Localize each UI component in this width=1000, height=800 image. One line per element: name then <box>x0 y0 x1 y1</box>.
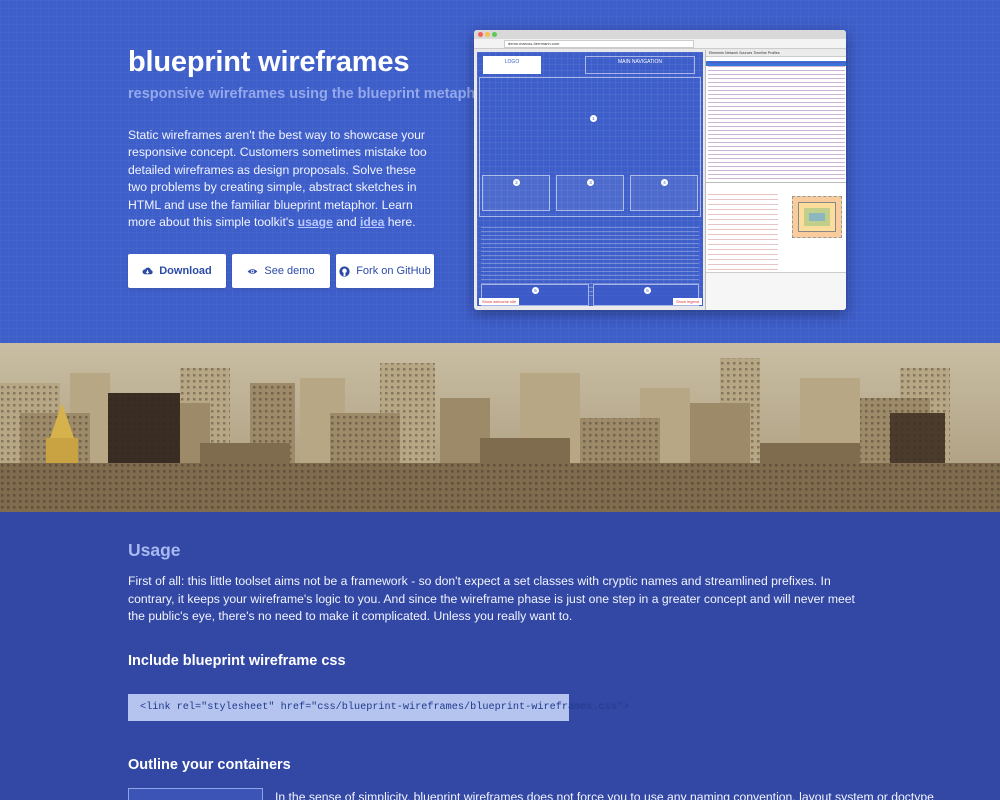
browser-titlebar <box>474 30 846 39</box>
wireframe-number: 5 <box>532 287 539 294</box>
wireframe-number: 4 <box>661 179 668 186</box>
skyline-illustration <box>0 343 1000 512</box>
outline-example-box <box>128 788 263 800</box>
fork-github-button-label: Fork on GitHub <box>356 265 431 277</box>
usage-heading: Usage <box>128 540 181 560</box>
wireframe-number: 6 <box>644 287 651 294</box>
devtools-dom-tree <box>708 59 845 179</box>
usage-section: Usage First of all: this little toolset … <box>0 512 1000 800</box>
wireframe-column: 2 <box>482 175 550 211</box>
wireframe-number: 1 <box>590 115 597 122</box>
hero-description-end: here. <box>384 215 416 230</box>
devtools-box-model <box>792 196 842 238</box>
outline-description: In the sense of simplicity, blueprint wi… <box>275 790 934 800</box>
hero-description-text: Static wireframes aren't the best way to… <box>128 128 427 230</box>
cloud-download-icon <box>142 267 153 274</box>
devtools-tabs: Elements Network Sources Timeline Profil… <box>706 50 846 57</box>
city-skyline-image <box>0 343 1000 512</box>
browser-urlbar: demo.marcus-herrmann.com <box>474 39 846 49</box>
include-css-heading: Include blueprint wireframe css <box>128 653 346 669</box>
wireframe-number: 2 <box>513 179 520 186</box>
devtools-divider <box>706 182 846 183</box>
hero-description: Static wireframes aren't the best way to… <box>128 127 438 231</box>
wireframe-column: 4 <box>630 175 698 211</box>
close-dot-icon <box>478 32 483 37</box>
browser-url: demo.marcus-herrmann.com <box>504 40 694 48</box>
hero-section: blueprint wireframes responsive wirefram… <box>0 0 1000 343</box>
usage-link[interactable]: usage <box>298 215 333 229</box>
page-title: blueprint wireframes <box>128 46 410 78</box>
page-subtitle: responsive wireframes using the blueprin… <box>128 86 490 102</box>
devtools-panel: Elements Network Sources Timeline Profil… <box>705 50 846 310</box>
eye-icon <box>248 268 258 274</box>
idea-link[interactable]: idea <box>360 215 384 229</box>
wireframe-page: LOGO MAIN NAVIGATION 1 2 3 4 5 6 Show we… <box>477 52 703 306</box>
wireframe-column: 3 <box>556 175 624 211</box>
wireframe-number: 3 <box>587 179 594 186</box>
browser-preview: demo.marcus-herrmann.com LOGO MAIN NAVIG… <box>474 30 846 310</box>
fork-github-button[interactable]: Fork on GitHub <box>336 254 434 288</box>
include-code-snippet[interactable]: <link rel="stylesheet" href="css/bluepri… <box>128 694 629 721</box>
minimize-dot-icon <box>485 32 490 37</box>
usage-intro: First of all: this little toolset aims n… <box>128 574 855 624</box>
devtools-console <box>706 272 846 310</box>
see-demo-button[interactable]: See demo <box>232 254 330 288</box>
wireframe-logo: LOGO <box>483 56 541 74</box>
see-demo-button-label: See demo <box>264 265 315 277</box>
legend-tag: Show legend <box>673 298 703 305</box>
maximize-dot-icon <box>492 32 497 37</box>
hero-description-and: and <box>332 215 360 230</box>
welcome-tag: Show welcome site <box>479 298 520 305</box>
wireframe-nav: MAIN NAVIGATION <box>585 56 695 74</box>
wireframe-main: 1 2 3 4 <box>479 77 701 217</box>
download-button[interactable]: Download <box>128 254 226 288</box>
github-icon <box>339 265 350 277</box>
download-button-label: Download <box>159 265 212 277</box>
outline-containers-heading: Outline your containers <box>128 757 291 773</box>
